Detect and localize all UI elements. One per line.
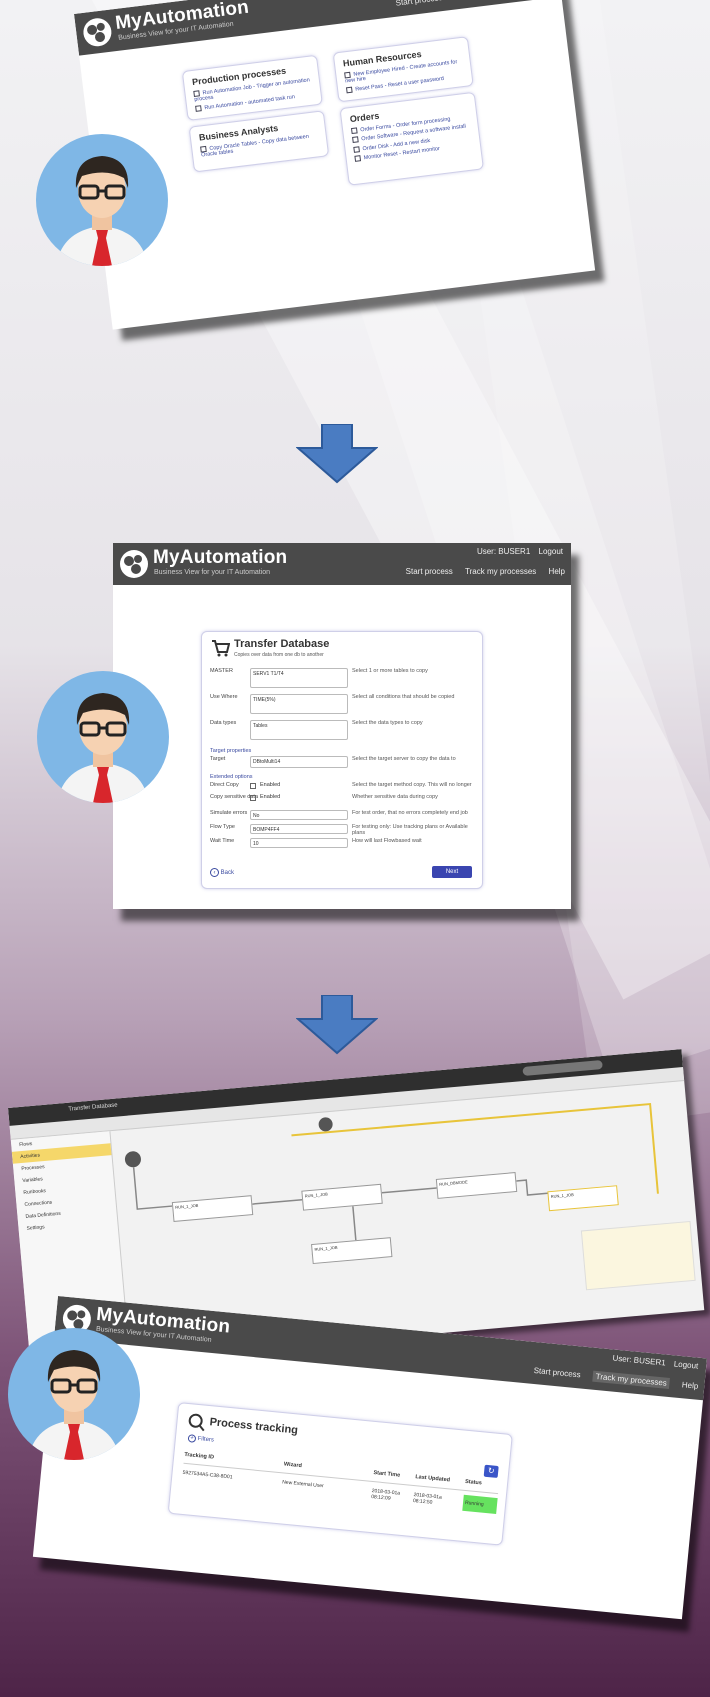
form-subtitle: Copies over data from one db to another <box>234 652 324 658</box>
target-section-label: Target properties <box>210 748 252 754</box>
process-icon <box>354 155 362 163</box>
logout-link[interactable]: Logout <box>673 1359 698 1370</box>
main-nav: Start process Track my processes Help <box>385 0 554 9</box>
target-input[interactable]: DBtoMulti14 <box>250 756 348 768</box>
back-arrow-icon: ‹ <box>210 868 219 877</box>
field-row: Data types Tables Select the data types … <box>202 720 482 740</box>
user-label: User: BUSER1 <box>612 1353 667 1368</box>
magnifier-icon <box>188 1413 205 1432</box>
user-avatar <box>8 1328 140 1460</box>
start-process-link[interactable]: Start process <box>406 567 453 576</box>
col-wizard: Wizard <box>283 1461 303 1470</box>
field-row: Target DBtoMulti14 Select the target ser… <box>202 756 482 770</box>
start-process-link[interactable]: Start process <box>533 1366 581 1379</box>
flow-type-select[interactable]: BOMP4FF4 <box>250 824 348 834</box>
field-row: Flow Type BOMP4FF4 For testing only: Use… <box>210 824 468 836</box>
user-bar: User: BUSER1 Logout <box>471 547 563 556</box>
col-status: Status <box>464 1478 483 1487</box>
use-where-input[interactable]: TIME(5%) <box>250 694 348 714</box>
process-icon <box>195 105 202 113</box>
process-icon <box>352 136 359 144</box>
process-icon <box>350 127 358 135</box>
workflow-tab[interactable]: Transfer Database <box>68 1102 118 1112</box>
businessman-icon <box>57 693 149 803</box>
businessman-icon <box>28 1350 120 1460</box>
user-avatar <box>36 134 168 266</box>
logo-icon <box>83 18 112 47</box>
field-row: Copy sensitive data Enabled Whether sens… <box>210 794 438 801</box>
logout-link[interactable]: Logout <box>539 547 563 556</box>
tracking-panel: Process tracking + Filters ↻ Tracking ID… <box>167 1402 513 1546</box>
plus-icon: + <box>187 1434 197 1443</box>
user-avatar <box>37 671 169 803</box>
screen-transfer-form: MyAutomation Business View for your IT A… <box>113 543 571 909</box>
arrow-down-icon <box>296 424 378 484</box>
category-business: Business Analysts Copy Oracle Tables - C… <box>188 110 330 173</box>
master-input[interactable]: SERV1 T1/T4 <box>250 668 348 688</box>
arrow-down-icon <box>296 995 378 1055</box>
filters-link[interactable]: + Filters <box>187 1434 215 1444</box>
main-nav: Start process Track my processes Help <box>523 1365 698 1391</box>
field-row: Use Where TIME(5%) Select all conditions… <box>202 694 482 714</box>
start-process-link[interactable]: Start process <box>395 0 443 8</box>
field-row: Wait Time 10 How will last Flowbased wai… <box>210 838 422 848</box>
col-start-time: Start Time <box>373 1470 401 1479</box>
tracking-title: Process tracking <box>209 1416 299 1437</box>
app-tagline: Business View for your IT Automation <box>154 569 271 576</box>
back-button[interactable]: ‹ Back <box>210 868 234 877</box>
help-link[interactable]: Help <box>549 567 565 576</box>
category-hr: Human Resources New Employee Hired - Cre… <box>332 36 474 103</box>
help-link[interactable]: Help <box>681 1380 698 1391</box>
track-processes-link[interactable]: Track my processes <box>592 1370 671 1390</box>
user-bar: User: BUSER1 Logout <box>606 1353 699 1370</box>
extended-section-label: Extended options <box>210 774 253 780</box>
process-icon <box>346 87 353 94</box>
businessman-icon <box>56 156 148 266</box>
app-header: MyAutomation Business View for your IT A… <box>74 0 562 56</box>
properties-panel <box>580 1220 696 1291</box>
data-types-input[interactable]: Tables <box>250 720 348 740</box>
category-production: Production processes Run Automation Job … <box>181 54 323 121</box>
form-title: Transfer Database <box>234 638 330 650</box>
status-badge: Running <box>462 1494 498 1514</box>
wait-time-input[interactable]: 10 <box>250 838 348 848</box>
logo-icon <box>120 550 148 578</box>
refresh-button[interactable]: ↻ <box>483 1464 499 1478</box>
transfer-form: Transfer Database Copies over data from … <box>201 631 483 889</box>
main-nav: Start process Track my processes Help <box>396 567 565 576</box>
col-tracking-id: Tracking ID <box>184 1451 215 1461</box>
designer-search[interactable] <box>522 1060 603 1076</box>
process-icon <box>353 146 360 153</box>
sensitive-data-checkbox[interactable] <box>250 795 256 801</box>
direct-copy-checkbox[interactable] <box>250 783 256 789</box>
field-row: Simulate errors No For test order, that … <box>210 810 468 820</box>
shopping-cart-icon <box>212 640 230 657</box>
user-label: User: BUSER1 <box>476 547 531 556</box>
simulate-errors-select[interactable]: No <box>250 810 348 820</box>
field-row: MASTER SERV1 T1/T4 Select 1 or more tabl… <box>202 668 482 688</box>
col-last-updated: Last Updated <box>415 1474 451 1484</box>
screen-process-tracking: MyAutomation Business View for your IT A… <box>32 1296 707 1620</box>
track-processes-link[interactable]: Track my processes <box>465 567 536 576</box>
app-title: MyAutomation <box>153 547 288 568</box>
next-button[interactable]: Next <box>432 866 472 878</box>
category-orders: Orders Order Forms - Order form processi… <box>339 91 484 186</box>
app-header: MyAutomation Business View for your IT A… <box>113 543 571 585</box>
